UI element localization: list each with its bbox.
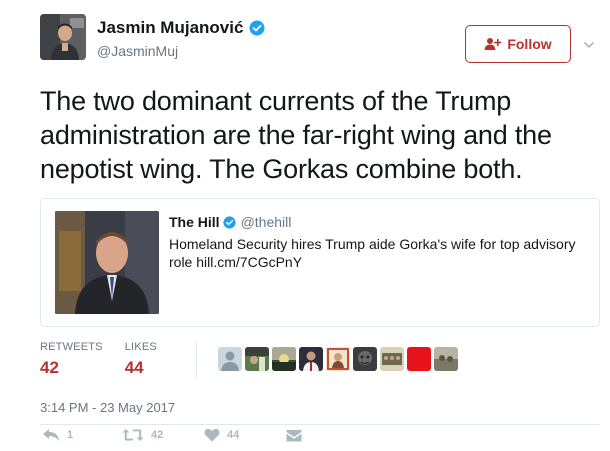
like-count: 44	[227, 429, 240, 441]
retweets-stat[interactable]: RETWEETS 42	[40, 341, 103, 378]
chevron-down-icon[interactable]	[584, 40, 594, 50]
retweet-button[interactable]: 42	[122, 428, 204, 442]
actions-divider	[40, 424, 600, 425]
author-display-name[interactable]: Jasmin Mujanović	[97, 18, 243, 38]
quoted-author-handle[interactable]: @thehill	[241, 214, 292, 230]
likes-value: 44	[124, 358, 144, 377]
liker-avatar-7[interactable]	[380, 347, 404, 371]
verified-badge-icon	[249, 20, 265, 36]
tweet-timestamp[interactable]: 3:14 PM - 23 May 2017	[40, 400, 175, 415]
stats-divider	[196, 342, 197, 378]
retweet-count: 42	[151, 429, 164, 441]
liker-avatar-2[interactable]	[245, 347, 269, 371]
reply-count: 1	[67, 429, 74, 441]
liker-avatar-4[interactable]	[299, 347, 323, 371]
tweet-actions: 1 42 44	[40, 428, 316, 442]
liker-avatar-3[interactable]	[272, 347, 296, 371]
like-button[interactable]: 44	[204, 428, 286, 442]
quoted-tweet-card[interactable]: The Hill @thehill Homeland Security hire…	[40, 198, 600, 327]
retweet-icon	[122, 429, 144, 441]
likes-stat[interactable]: LIKES 44	[125, 341, 157, 378]
follow-button-label: Follow	[507, 36, 552, 52]
tweet-stats: RETWEETS 42 LIKES 44	[40, 341, 179, 378]
quoted-author-name[interactable]: The Hill	[169, 214, 220, 230]
liker-avatars	[218, 347, 458, 371]
verified-badge-icon	[222, 215, 236, 229]
reply-icon	[43, 429, 59, 441]
reply-button[interactable]: 1	[42, 428, 112, 442]
quoted-tweet-text: Homeland Security hires Trump aide Gorka…	[169, 236, 576, 270]
liker-avatar-6[interactable]	[353, 347, 377, 371]
follow-button[interactable]: Follow	[465, 25, 571, 63]
likes-label: LIKES	[124, 341, 157, 353]
direct-message-button[interactable]	[286, 429, 316, 442]
heart-icon	[204, 428, 220, 442]
author-info: Jasmin Mujanović @JasminMuj	[97, 18, 265, 59]
liker-avatar-8[interactable]	[407, 347, 431, 371]
tweet-text: The two dominant currents of the Trump a…	[40, 86, 552, 184]
author-avatar[interactable]	[40, 14, 86, 60]
retweets-label: RETWEETS	[40, 341, 103, 353]
liker-avatar-9[interactable]	[434, 347, 458, 371]
add-person-icon	[484, 38, 502, 50]
retweets-value: 42	[40, 358, 59, 377]
liker-avatar-1[interactable]	[218, 347, 242, 371]
author-handle[interactable]: @JasminMuj	[97, 43, 265, 59]
direct-message-icon	[286, 429, 302, 441]
quoted-tweet-header: The Hill @thehill	[169, 214, 291, 230]
liker-avatar-5[interactable]	[326, 347, 350, 371]
news-photo-icon	[55, 211, 159, 314]
